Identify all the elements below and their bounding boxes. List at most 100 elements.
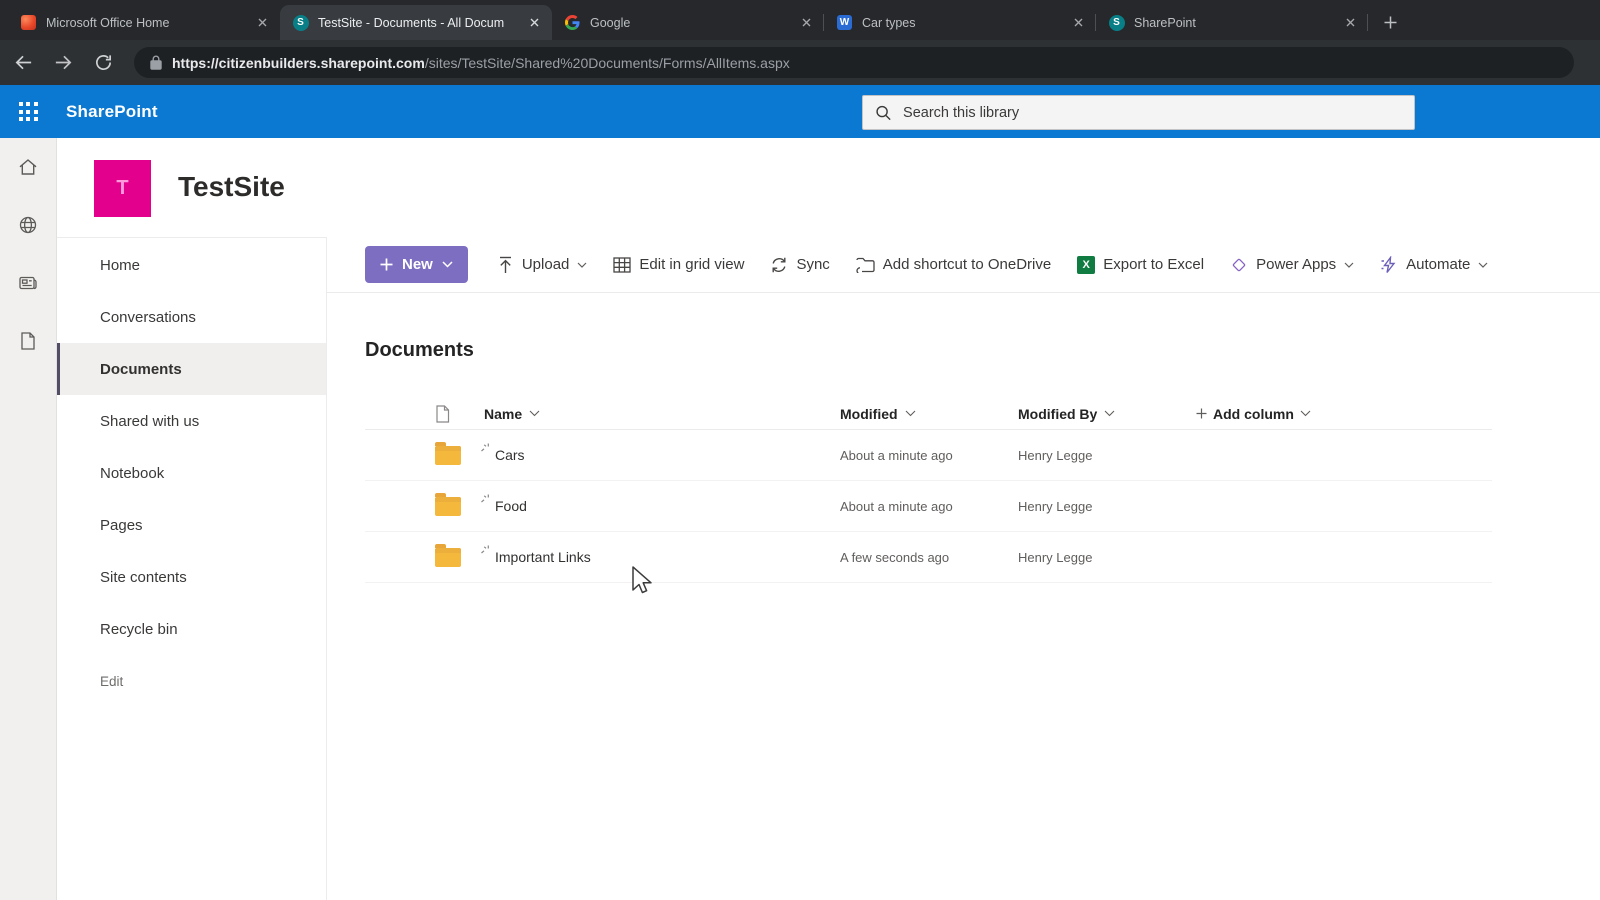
tab-title: Microsoft Office Home bbox=[46, 15, 170, 30]
automate-icon bbox=[1381, 255, 1396, 273]
site-navigation: Home Conversations Documents Shared with… bbox=[57, 237, 327, 900]
power-apps-button[interactable]: Power Apps bbox=[1219, 246, 1365, 283]
nav-item-recycle-bin[interactable]: Recycle bin bbox=[57, 603, 326, 655]
export-to-excel-button[interactable]: X Export to Excel bbox=[1066, 246, 1215, 283]
nav-label: Edit bbox=[100, 673, 124, 689]
column-header-modified[interactable]: Modified bbox=[840, 406, 1018, 422]
url-text: https://citizenbuilders.sharepoint.com/s… bbox=[172, 55, 790, 71]
document-icon[interactable] bbox=[16, 330, 40, 352]
tab-car-types[interactable]: W Car types bbox=[824, 5, 1096, 40]
folder-link-icon bbox=[856, 257, 875, 273]
modified-cell: About a minute ago bbox=[840, 498, 953, 514]
close-icon[interactable] bbox=[1070, 14, 1087, 31]
app-launcher-button[interactable] bbox=[0, 85, 56, 138]
add-column-button[interactable]: Add column bbox=[1196, 406, 1492, 422]
new-tab-button[interactable] bbox=[1376, 8, 1404, 36]
edit-in-grid-view-button[interactable]: Edit in grid view bbox=[602, 246, 755, 283]
suite-app-name: SharePoint bbox=[66, 101, 158, 121]
site-logo[interactable]: T bbox=[94, 160, 151, 217]
search-input[interactable] bbox=[903, 104, 1402, 121]
grid-icon bbox=[613, 256, 632, 273]
new-item-sparkle-icon bbox=[481, 545, 489, 554]
power-apps-icon bbox=[1232, 258, 1246, 271]
library-search-box[interactable] bbox=[862, 95, 1415, 130]
globe-icon[interactable] bbox=[16, 214, 40, 236]
word-icon: W bbox=[836, 14, 853, 31]
command-bar: New Upload Edit in grid view Sync Add sh… bbox=[327, 237, 1600, 293]
new-item-sparkle-icon bbox=[481, 494, 489, 503]
browser-tab-strip: Microsoft Office Home S TestSite - Docum… bbox=[0, 0, 1600, 40]
sync-button[interactable]: Sync bbox=[759, 246, 840, 283]
office-icon bbox=[20, 14, 37, 31]
nav-item-conversations[interactable]: Conversations bbox=[57, 291, 326, 343]
nav-label: Conversations bbox=[100, 308, 196, 326]
close-icon[interactable] bbox=[1342, 14, 1359, 31]
chevron-down-icon bbox=[442, 261, 453, 268]
tab-testsite-documents[interactable]: S TestSite - Documents - All Docum bbox=[280, 5, 552, 40]
upload-button[interactable]: Upload bbox=[486, 246, 599, 283]
nav-label: Home bbox=[100, 256, 141, 274]
nav-label: Notebook bbox=[100, 464, 165, 482]
library-title: Documents bbox=[365, 339, 474, 361]
url-path: /sites/TestSite/Shared%20Documents/Forms… bbox=[424, 54, 790, 71]
search-icon bbox=[876, 105, 891, 120]
tab-office-home[interactable]: Microsoft Office Home bbox=[8, 5, 280, 40]
command-label: Sync bbox=[796, 256, 830, 273]
nav-item-edit[interactable]: Edit bbox=[57, 655, 326, 707]
nav-item-shared-with-us[interactable]: Shared with us bbox=[57, 395, 326, 447]
back-button[interactable] bbox=[6, 46, 40, 80]
browser-toolbar: https://citizenbuilders.sharepoint.com/s… bbox=[0, 40, 1600, 85]
command-label: Automate bbox=[1406, 256, 1471, 273]
column-header-name[interactable]: Name bbox=[484, 406, 840, 422]
forward-button[interactable] bbox=[46, 46, 80, 80]
excel-icon: X bbox=[1077, 255, 1096, 274]
item-name-link[interactable]: Cars bbox=[495, 447, 525, 463]
nav-item-pages[interactable]: Pages bbox=[57, 499, 326, 551]
nav-label: Recycle bin bbox=[100, 620, 178, 638]
chevron-down-icon bbox=[1300, 410, 1311, 417]
table-header-row: Name Modified Modified By Add column bbox=[365, 398, 1492, 430]
command-label: Add shortcut to OneDrive bbox=[882, 256, 1052, 273]
new-button-label: New bbox=[402, 256, 433, 273]
add-shortcut-to-onedrive-button[interactable]: Add shortcut to OneDrive bbox=[845, 246, 1062, 283]
column-header-modified-by[interactable]: Modified By bbox=[1018, 406, 1196, 422]
new-button[interactable]: New bbox=[365, 246, 468, 283]
nav-item-home[interactable]: Home bbox=[57, 239, 326, 291]
nav-item-notebook[interactable]: Notebook bbox=[57, 447, 326, 499]
tab-title: TestSite - Documents - All Docum bbox=[318, 15, 505, 30]
reload-button[interactable] bbox=[86, 46, 120, 80]
url-domain: https://citizenbuilders.sharepoint.com bbox=[172, 54, 425, 71]
item-name-link[interactable]: Important Links bbox=[495, 549, 591, 565]
chevron-down-icon bbox=[1478, 262, 1488, 268]
sharepoint-suite-bar: SharePoint bbox=[0, 85, 1600, 138]
news-icon[interactable] bbox=[16, 272, 40, 294]
nav-item-documents[interactable]: Documents bbox=[57, 343, 326, 395]
column-label: Add column bbox=[1213, 405, 1294, 422]
automate-button[interactable]: Automate bbox=[1369, 246, 1499, 283]
chevron-down-icon bbox=[1344, 262, 1354, 268]
folder-icon bbox=[435, 442, 461, 465]
nav-item-site-contents[interactable]: Site contents bbox=[57, 551, 326, 603]
table-row-important-links[interactable]: Important Links A few seconds ago Henry … bbox=[365, 532, 1492, 583]
file-type-column-header[interactable] bbox=[435, 404, 484, 423]
close-icon[interactable] bbox=[526, 14, 543, 31]
address-bar[interactable]: https://citizenbuilders.sharepoint.com/s… bbox=[134, 47, 1574, 78]
nav-label: Pages bbox=[100, 516, 143, 534]
item-name-link[interactable]: Food bbox=[495, 498, 527, 514]
chevron-down-icon bbox=[1104, 410, 1115, 417]
close-icon[interactable] bbox=[798, 14, 815, 31]
modified-by-cell: Henry Legge bbox=[1018, 498, 1093, 514]
chevron-down-icon bbox=[577, 262, 587, 268]
command-label: Power Apps bbox=[1256, 256, 1337, 273]
tab-google[interactable]: Google bbox=[552, 5, 824, 40]
modified-by-cell: Henry Legge bbox=[1018, 549, 1093, 565]
home-icon[interactable] bbox=[16, 156, 40, 178]
close-icon[interactable] bbox=[254, 14, 271, 31]
table-row-food[interactable]: Food About a minute ago Henry Legge bbox=[365, 481, 1492, 532]
table-row-cars[interactable]: Cars About a minute ago Henry Legge bbox=[365, 430, 1492, 481]
tab-sharepoint[interactable]: S SharePoint bbox=[1096, 5, 1368, 40]
plus-icon bbox=[380, 258, 393, 271]
site-title[interactable]: TestSite bbox=[178, 171, 285, 203]
column-label: Modified By bbox=[1018, 405, 1098, 422]
folder-icon bbox=[435, 544, 461, 567]
